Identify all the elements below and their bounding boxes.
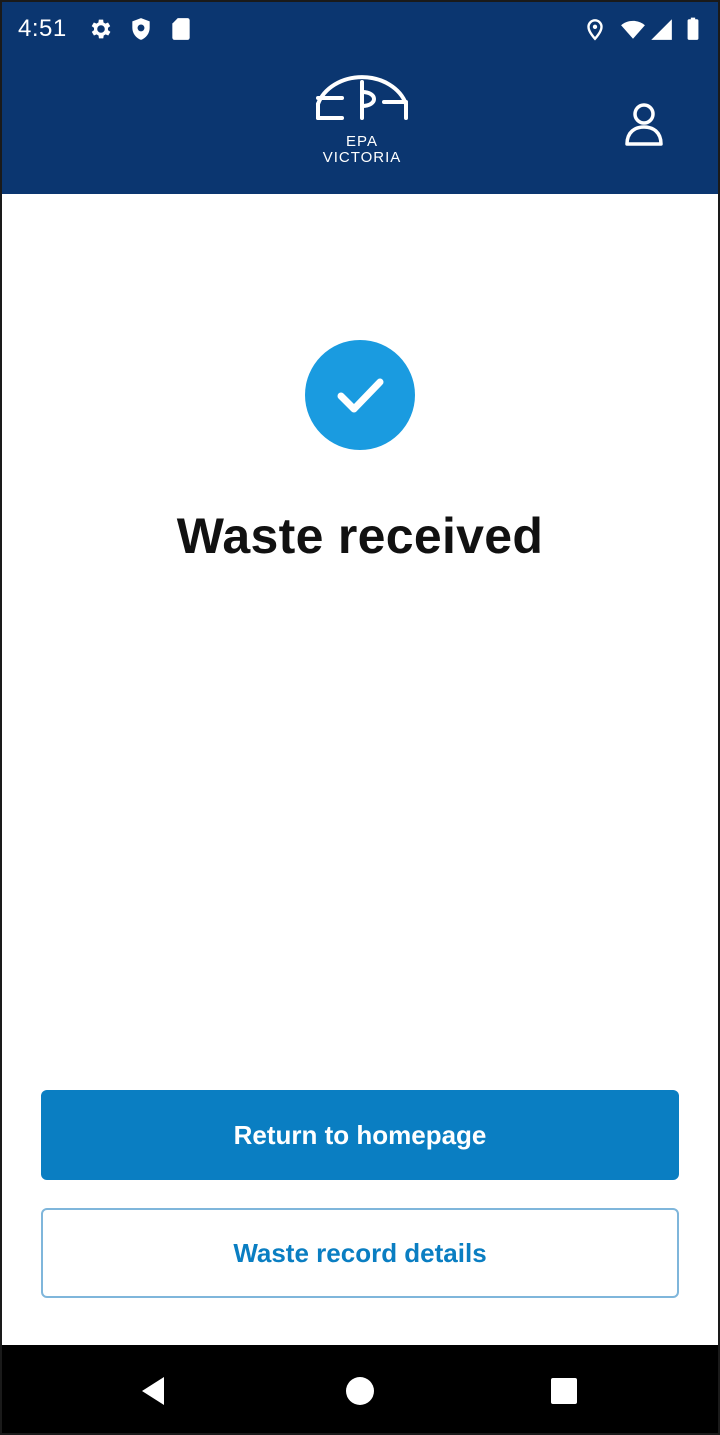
epa-victoria-logo: EPA VICTORIA (302, 72, 422, 172)
system-nav-bar (2, 1345, 718, 1433)
recents-icon[interactable] (544, 1371, 584, 1411)
logo-text-epa: EPA (346, 133, 378, 150)
profile-button[interactable] (622, 100, 666, 150)
battery-icon (687, 17, 699, 40)
checkmark-icon (337, 378, 384, 413)
app-screen: 4:51 EPA VICTORIA Waste received Return … (0, 0, 720, 1435)
return-to-homepage-label: Return to homepage (233, 1119, 487, 1150)
user-icon (625, 103, 663, 146)
waste-record-details-button[interactable]: Waste record details (41, 1208, 679, 1298)
status-time: 4:51 (18, 15, 67, 42)
checkmark-circle-icon (305, 340, 415, 450)
location-icon (587, 19, 603, 41)
shield-icon (132, 18, 150, 40)
back-icon[interactable] (134, 1371, 174, 1411)
logo-text-victoria: VICTORIA (322, 149, 402, 166)
return-to-homepage-button[interactable]: Return to homepage (41, 1090, 679, 1180)
status-bar: 4:51 (2, 2, 718, 58)
signal-icon (651, 19, 672, 40)
app-header: 4:51 EPA VICTORIA (2, 2, 718, 194)
waste-record-details-label: Waste record details (233, 1237, 487, 1268)
home-icon[interactable] (340, 1371, 380, 1411)
sd-card-icon (172, 18, 190, 40)
epa-logo-mark-icon (316, 75, 408, 120)
page-title: Waste received (176, 508, 544, 564)
wifi-icon (621, 20, 645, 39)
settings-icon (91, 19, 111, 39)
